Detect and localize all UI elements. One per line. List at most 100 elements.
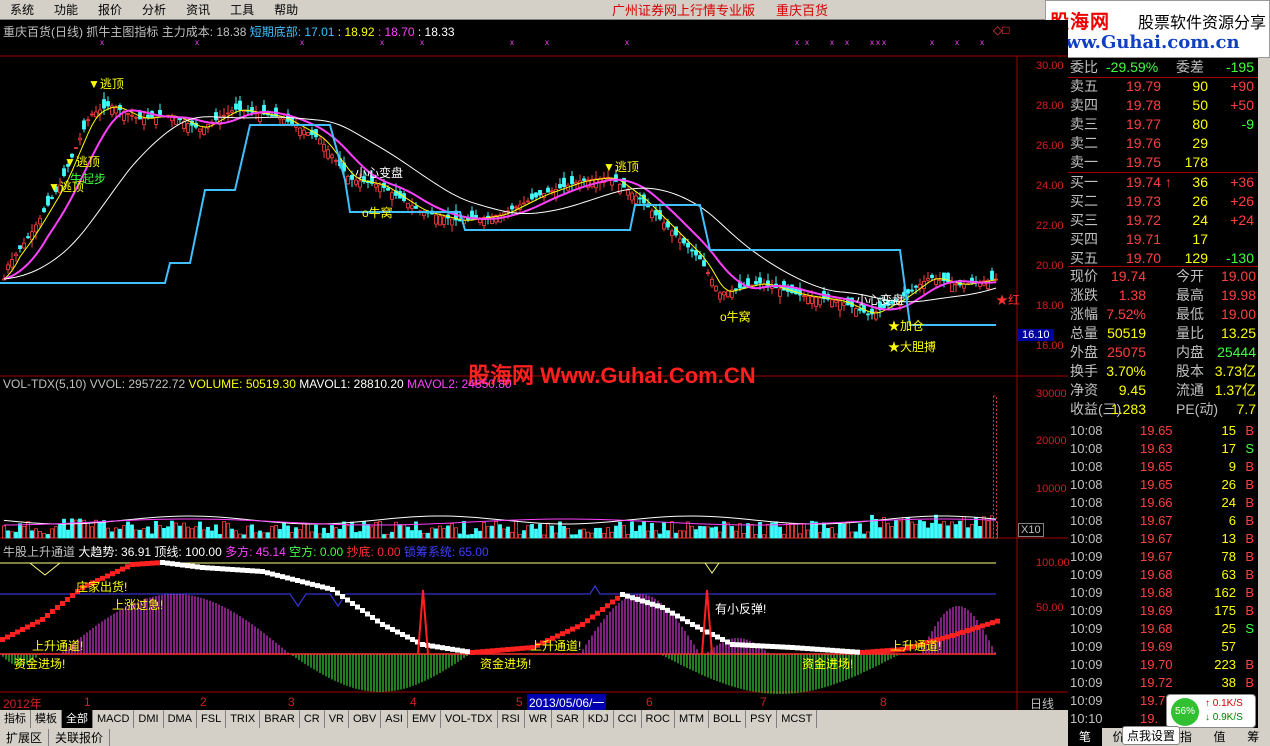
tab-wr[interactable]: WR	[525, 710, 553, 728]
wb-label: 委比	[1070, 59, 1098, 75]
tab-rsi[interactable]: RSI	[498, 710, 525, 728]
menu-function[interactable]: 功能	[44, 0, 88, 20]
level-label: 买一	[1070, 174, 1098, 190]
tick-cell: 17	[1221, 441, 1236, 456]
tab-roc[interactable]: ROC	[642, 710, 675, 728]
tick-cell: 9	[1228, 459, 1236, 474]
ext-area-button[interactable]: 扩展区	[0, 728, 50, 746]
tab-全部[interactable]: 全部	[62, 710, 93, 728]
sell-level-row: 卖二 19.76 29	[1068, 134, 1258, 153]
tick-list[interactable]: 10:08 19.65 15 B 10:08 19.63 17 S 10:08 19.65 9 B 10…	[1068, 422, 1258, 727]
tab-cci[interactable]: CCI	[614, 710, 642, 728]
svg-text:x: x	[876, 38, 880, 47]
tick-cell: B	[1245, 495, 1254, 510]
tab-sar[interactable]: SAR	[552, 710, 584, 728]
tick-cell: 10:09	[1070, 693, 1103, 708]
tick-row: 10:08 19.63 17 S	[1068, 440, 1258, 458]
tab-asi[interactable]: ASI	[381, 710, 408, 728]
stat-value: 19.74	[1110, 268, 1146, 284]
svg-text:x: x	[955, 38, 959, 47]
tab-vol-tdx[interactable]: VOL-TDX	[441, 710, 498, 728]
tab-macd[interactable]: MACD	[93, 710, 135, 728]
level-price: 19.72	[1126, 212, 1162, 228]
menu-help[interactable]: 帮助	[264, 0, 308, 20]
right-tab[interactable]: 笔	[1068, 728, 1102, 746]
diamond-icon[interactable]: ◇□	[993, 23, 1009, 37]
channel-label: 上升通道!	[32, 639, 84, 653]
speed-gauge[interactable]: 56% ↑ 0.1K/S ↓ 0.9K/S	[1166, 694, 1256, 728]
related-quote-button[interactable]: 关联报价	[49, 728, 111, 746]
menu-analysis[interactable]: 分析	[132, 0, 176, 20]
tab-mtm[interactable]: MTM	[675, 710, 710, 728]
tab-vr[interactable]: VR	[325, 710, 349, 728]
tick-cell: 10:09	[1070, 567, 1103, 582]
main-title: 重庆百货(日线) 抓牛主图指标 主力成本: 18.38 短期底部: 17.01 …	[3, 23, 455, 40]
tick-cell: 19.69	[1140, 603, 1173, 618]
menu-system[interactable]: 系统	[0, 0, 44, 20]
tick-cell: 10:09	[1070, 675, 1103, 690]
level-price: 19.71	[1126, 231, 1162, 247]
level-volume: 26	[1192, 193, 1208, 209]
tab-psy[interactable]: PSY	[746, 710, 778, 728]
tick-cell: S	[1245, 441, 1254, 456]
month-label: 4	[410, 695, 417, 709]
tab-kdj[interactable]: KDJ	[584, 710, 614, 728]
settings-button[interactable]: 点我设置	[1122, 726, 1181, 745]
tab-trix[interactable]: TRIX	[226, 710, 261, 728]
chart-area[interactable]: xxxxxxxxxxxxxxxxxx 重庆百货(日线) 抓牛主图指标 主力成本:…	[0, 20, 1070, 711]
stat-value: 1.38	[1118, 287, 1146, 303]
menu-tools[interactable]: 工具	[220, 0, 264, 20]
level-label: 卖五	[1070, 78, 1098, 94]
channel-label: 上升通道!	[890, 639, 942, 653]
right-tab[interactable]: 筹	[1236, 728, 1270, 746]
tick-cell: 19.63	[1140, 441, 1173, 456]
tick-row: 10:09 19.69 57	[1068, 638, 1258, 656]
stat-label: 最高	[1176, 287, 1204, 303]
svg-text:x: x	[930, 38, 934, 47]
start-label: 牛起步	[70, 172, 107, 186]
indicator-tabs: 指标 模板 全部 MACD DMI DMA FSL TRIX BRAR CR VR OBV ASI EMV…	[0, 710, 1068, 728]
tick-cell: 10:10	[1070, 711, 1103, 726]
tick-cell: 175	[1214, 603, 1236, 618]
level-change: +90	[1230, 78, 1254, 94]
tick-cell: 19.65	[1140, 477, 1173, 492]
tab-模板[interactable]: 模板	[31, 710, 62, 728]
tick-row: 10:08 19.66 24 B	[1068, 494, 1258, 512]
stat-value: 1.283	[1110, 401, 1146, 417]
right-toolbar[interactable]	[1258, 58, 1270, 728]
tab-boll[interactable]: BOLL	[709, 710, 747, 728]
tab-emv[interactable]: EMV	[408, 710, 441, 728]
stat-label: 最低	[1176, 306, 1204, 322]
stat-row: 净资 9.45 流通 1.37亿	[1068, 381, 1258, 400]
escape-label: ▼逃顶	[64, 155, 100, 169]
tab-obv[interactable]: OBV	[349, 710, 382, 728]
tab-mcst[interactable]: MCST	[777, 710, 818, 728]
stat-value: 7.7	[1236, 401, 1256, 417]
tab-dmi[interactable]: DMI	[134, 710, 164, 728]
tick-cell: 6	[1228, 513, 1236, 528]
tab-dma[interactable]: DMA	[164, 710, 198, 728]
tab-fsl[interactable]: FSL	[197, 710, 227, 728]
date-cursor: 2013/05/06/一	[527, 694, 607, 711]
tab-cr[interactable]: CR	[300, 710, 325, 728]
escape-label: ▼逃顶	[88, 77, 124, 91]
ind-name: 牛股上升通道	[3, 545, 76, 559]
trend-value: 大趋势: 36.91	[78, 545, 152, 559]
tick-cell: 19.67	[1140, 531, 1173, 546]
logo-url: www.Guhai.com.cn	[1050, 32, 1240, 53]
ind-axis-label: 100.00	[1036, 557, 1070, 569]
tick-cell: 10:08	[1070, 423, 1103, 438]
tick-cell: 19.70	[1140, 657, 1173, 672]
tick-cell: 13	[1221, 531, 1236, 546]
logo-slogan: 股票软件资源分享	[1138, 13, 1267, 32]
menu-news[interactable]: 资讯	[176, 0, 220, 20]
add-label: ★加仓	[888, 319, 925, 333]
tab-brar[interactable]: BRAR	[260, 710, 300, 728]
stat-label: 量比	[1176, 325, 1204, 341]
tick-row: 10:09 19.72 38 B	[1068, 674, 1258, 692]
right-tab[interactable]: 值	[1202, 728, 1237, 746]
tick-cell: 19.72	[1140, 675, 1173, 690]
tab-指标[interactable]: 指标	[0, 710, 31, 728]
sell-level-row: 卖三 19.77 80 -9	[1068, 115, 1258, 134]
menu-quote[interactable]: 报价	[88, 0, 132, 20]
